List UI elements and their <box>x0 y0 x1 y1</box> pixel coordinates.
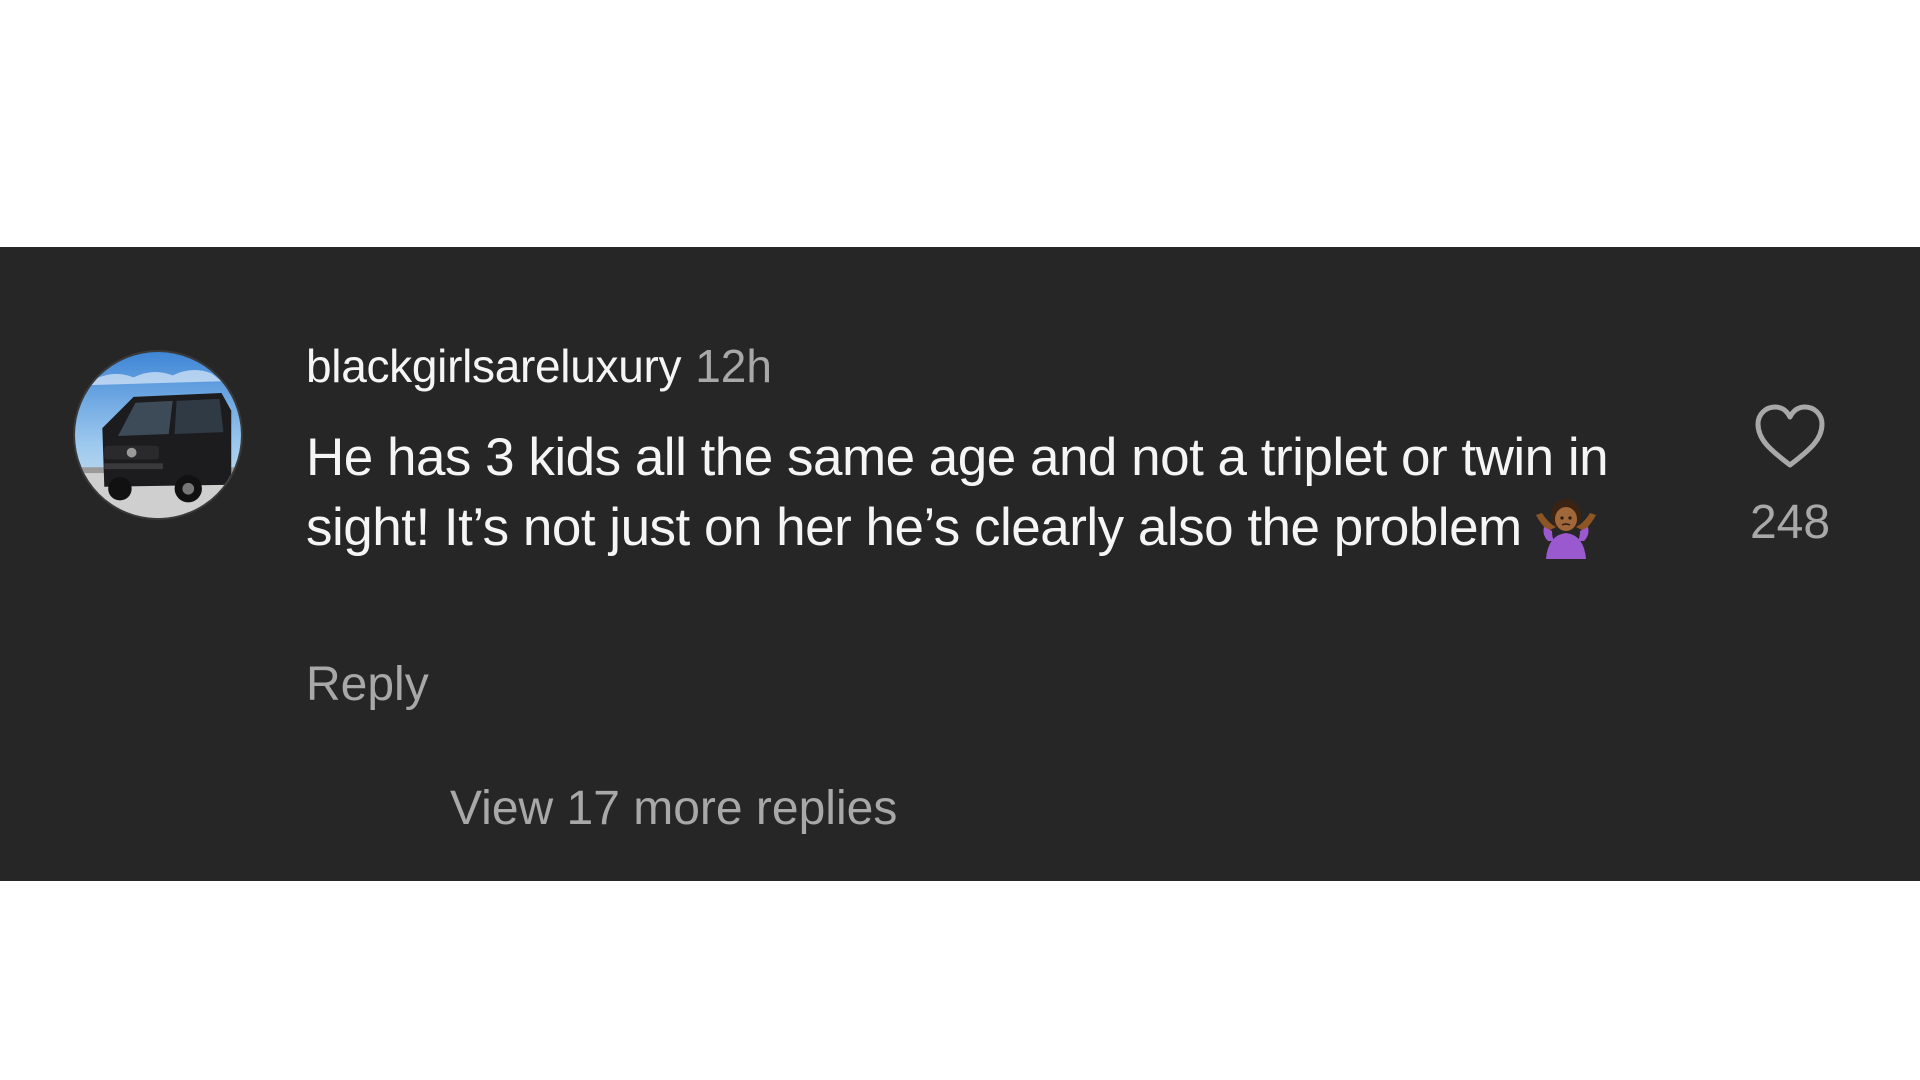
username[interactable]: blackgirlsareluxury <box>306 340 682 392</box>
view-more-replies-button[interactable]: View 17 more replies <box>450 781 897 836</box>
comment-text: He has 3 kids all the same age and not a… <box>306 428 1609 557</box>
like-count: 248 <box>1749 496 1831 549</box>
like-control: 248 <box>1740 403 1840 550</box>
person-shrugging-emoji <box>1535 499 1596 559</box>
reply-button[interactable]: Reply <box>306 657 429 712</box>
comment-body: He has 3 kids all the same age and not a… <box>306 423 1676 563</box>
avatar-van-photo <box>75 352 241 518</box>
heart-outline-icon[interactable] <box>1753 403 1827 471</box>
avatar[interactable] <box>73 350 243 520</box>
comment-header: blackgirlsareluxury 12h <box>306 339 772 393</box>
comment-panel: blackgirlsareluxury 12h He has 3 kids all… <box>0 247 1920 881</box>
timestamp: 12h <box>695 340 772 392</box>
